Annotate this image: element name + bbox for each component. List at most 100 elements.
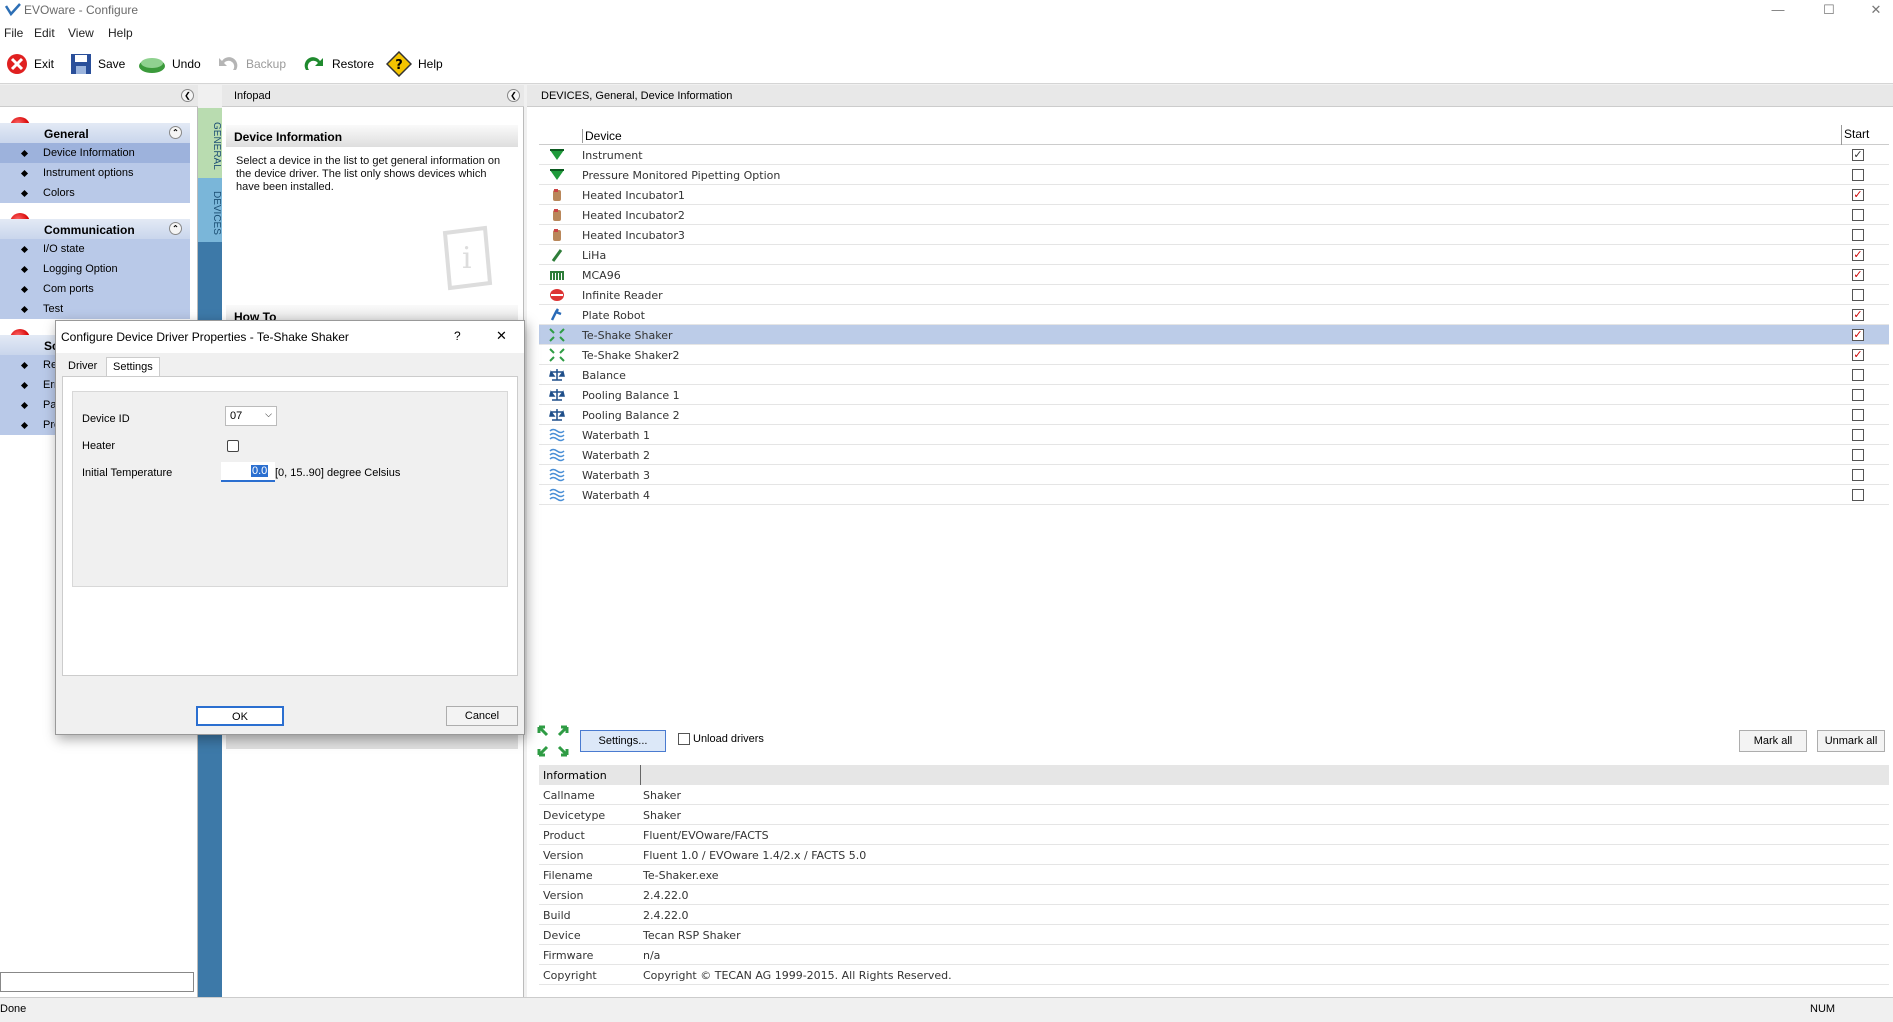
sidebar-item-com-ports[interactable]: Com ports [0,279,190,299]
restore-button[interactable]: Restore [302,52,374,76]
minimize-icon[interactable]: — [1755,0,1801,22]
start-checkbox[interactable]: ✓ [1852,349,1864,361]
device-row[interactable]: Balance [539,365,1889,385]
start-checkbox[interactable]: ✓ [1852,329,1864,341]
info-key: Filename [543,869,593,882]
ok-button[interactable]: OK [196,706,284,726]
unmark-all-button[interactable]: Unmark all [1817,730,1885,752]
device-row[interactable]: Pooling Balance 1 [539,385,1889,405]
undo-button[interactable]: Undo [138,52,201,76]
sidebar-item-device-information[interactable]: Device Information [0,143,190,163]
device-row[interactable]: LiHa ✓ [539,245,1889,265]
start-checkbox[interactable]: ✓ [1852,149,1864,161]
undo-label: Undo [172,57,201,71]
device-row[interactable]: Instrument ✓ [539,145,1889,165]
initial-temperature-input[interactable]: 0.0 [221,462,275,482]
device-row[interactable]: Infinite Reader [539,285,1889,305]
backup-button[interactable]: Backup [216,52,286,76]
menu-file[interactable]: File [4,26,23,40]
info-row: Product Fluent/EVOware/FACTS [539,825,1889,845]
device-row[interactable]: Waterbath 4 [539,485,1889,505]
start-checkbox[interactable] [1852,489,1864,501]
info-watermark-icon: i [442,225,493,291]
save-label: Save [98,57,126,71]
collapse-sidebar-icon[interactable]: ❮ [181,89,194,102]
sidebar-item-io-state[interactable]: I/O state [0,239,190,259]
svg-text:?: ? [395,58,403,73]
device-row[interactable]: Waterbath 2 [539,445,1889,465]
device-row[interactable]: Te-Shake Shaker2 ✓ [539,345,1889,365]
mark-all-button[interactable]: Mark all [1739,730,1807,752]
device-row[interactable]: Heated Incubator1 ✓ [539,185,1889,205]
start-checkbox[interactable] [1852,429,1864,441]
device-row[interactable]: Pressure Monitored Pipetting Option [539,165,1889,185]
menu-help[interactable]: Help [108,26,133,40]
device-row[interactable]: Heated Incubator2 [539,205,1889,225]
info-value: Shaker [643,809,681,822]
start-checkbox[interactable] [1852,449,1864,461]
start-checkbox[interactable]: ✓ [1852,309,1864,321]
device-row[interactable]: Pooling Balance 2 [539,405,1889,425]
exit-button[interactable]: Exit [6,52,54,76]
heater-checkbox[interactable] [227,440,239,452]
device-row[interactable]: Te-Shake Shaker ✓ [539,325,1889,345]
col-device[interactable]: Device [582,129,622,143]
device-row[interactable]: Waterbath 1 [539,425,1889,445]
sidebar-group-title[interactable]: Communication ⌃ [0,219,190,239]
col-start[interactable]: Start [1841,125,1869,145]
start-checkbox[interactable] [1852,229,1864,241]
close-icon[interactable]: ✕ [1853,0,1893,22]
tab-devices[interactable]: DEVICES [198,178,222,242]
collapse-group-icon[interactable]: ⌃ [169,222,182,235]
save-button[interactable]: Save [70,52,125,76]
tab-settings[interactable]: Settings [106,357,160,377]
maximize-icon[interactable]: ☐ [1806,0,1852,22]
start-checkbox[interactable] [1852,289,1864,301]
restore-icon [304,57,323,70]
dialog-close-icon[interactable]: ✕ [496,328,507,344]
start-checkbox[interactable] [1852,369,1864,381]
cancel-button[interactable]: Cancel [446,706,518,726]
svg-text:i: i [462,241,472,276]
tab-general[interactable]: GENERAL [198,108,222,178]
tab-driver[interactable]: Driver [62,357,103,377]
settings-button[interactable]: Settings... [580,730,666,752]
unload-drivers-checkbox[interactable]: Unload drivers [678,733,764,745]
device-row[interactable]: Waterbath 3 [539,465,1889,485]
start-checkbox[interactable] [1852,209,1864,221]
start-checkbox[interactable]: ✓ [1852,249,1864,261]
sidebar-item-test[interactable]: Test [0,299,190,319]
device-row[interactable]: MCA96 ✓ [539,265,1889,285]
device-id-select[interactable]: 07 ⌵ [225,406,277,426]
menu-edit[interactable]: Edit [34,26,55,40]
sidebar-group-title[interactable]: General ⌃ [0,123,190,143]
start-checkbox[interactable] [1852,169,1864,181]
help-button[interactable]: ? Help [386,51,443,77]
balance-icon [549,368,565,382]
sidebar-item-instrument-options[interactable]: Instrument options [0,163,190,183]
liha-icon [549,248,565,262]
backup-label: Backup [246,57,287,71]
device-row[interactable]: Plate Robot ✓ [539,305,1889,325]
collapse-infopad-icon[interactable]: ❮ [507,89,520,102]
sidebar-group-communication: Communication ⌃ I/O state Logging Option … [0,213,190,319]
menu-view[interactable]: View [68,26,94,40]
dialog-title-bar: Configure Device Driver Properties - Te-… [56,321,524,353]
unload-drivers-box[interactable] [678,733,690,745]
start-checkbox[interactable] [1852,389,1864,401]
info-key: Devicetype [543,809,606,822]
start-checkbox[interactable] [1852,469,1864,481]
reader-icon [549,288,565,302]
sidebar-search-input[interactable] [0,972,194,992]
sidebar-item-logging-option[interactable]: Logging Option [0,259,190,279]
collapse-group-icon[interactable]: ⌃ [169,126,182,139]
dialog-help-icon[interactable]: ? [454,329,461,343]
device-info-title: Device Information [226,125,518,147]
start-checkbox[interactable] [1852,409,1864,421]
info-key: Product [543,829,585,842]
sidebar-item-colors[interactable]: Colors [0,183,190,203]
start-checkbox[interactable]: ✓ [1852,189,1864,201]
start-checkbox[interactable]: ✓ [1852,269,1864,281]
device-row[interactable]: Heated Incubator3 [539,225,1889,245]
shaker-icon [549,348,565,362]
